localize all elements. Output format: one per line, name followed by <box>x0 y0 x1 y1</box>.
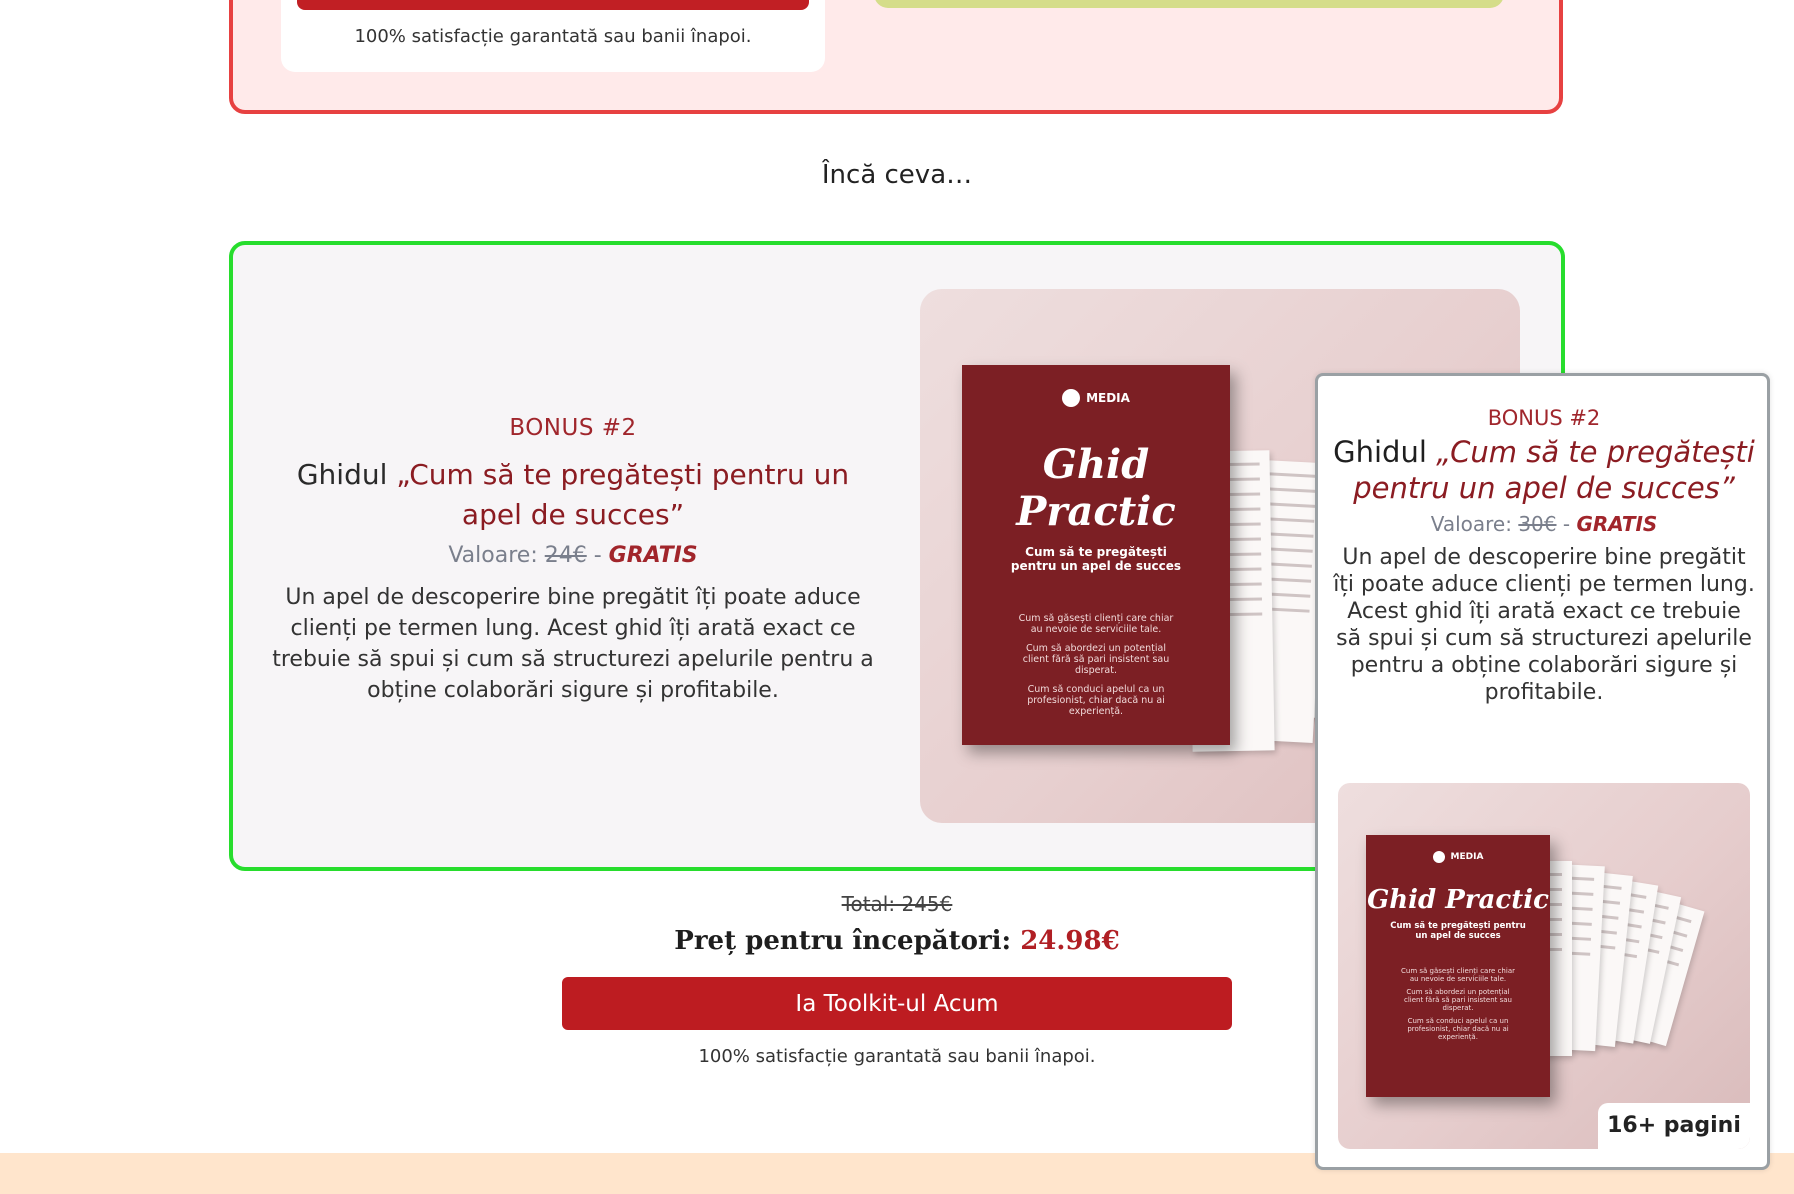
price-label: Preț pentru începători: <box>674 926 1012 956</box>
cover-point: Cum să conduci apelul ca un profesionist… <box>1027 684 1165 717</box>
decorative-bar <box>874 0 1504 8</box>
preview-value-line: Valoare: 30€ - GRATIS <box>1332 512 1756 536</box>
value-label: Valoare: <box>448 543 538 568</box>
cover-point: Cum să abordezi un potențial client fără… <box>1022 643 1170 676</box>
free-label: GRATIS <box>608 543 698 568</box>
guarantee-text-top: 100% satisfacție garantată sau banii îna… <box>354 26 752 47</box>
preview-cover-point: Cum să conduci apelul ca un profesionist… <box>1407 1017 1509 1041</box>
bonus-title-prefix: Ghidul <box>296 458 397 491</box>
preview-cover-point: Cum să găsești clienți care chiar au nev… <box>1401 967 1515 983</box>
preview-description: Un apel de descoperire bine pregătit îți… <box>1333 545 1755 705</box>
brand-logo-icon <box>1062 389 1081 407</box>
bonus-value-line: Valoare: 24€ - GRATIS <box>269 543 877 568</box>
bonus-preview-popup: BONUS #2 Ghidul „Cum să te pregătești pe… <box>1315 373 1770 1170</box>
bonus-description: Un apel de descoperire bine pregătit îți… <box>272 585 874 703</box>
price-value: 24.98€ <box>1020 926 1120 956</box>
brand-mark: MEDIA <box>962 389 1230 407</box>
preview-value-label: Valoare: <box>1430 512 1512 536</box>
guide-cover: MEDIA Ghid Practic Cum să te pregătești … <box>962 365 1230 745</box>
cover-subtitle: Cum să te pregătești pentru un apel de s… <box>1010 545 1182 573</box>
value-separator: - <box>586 543 609 568</box>
pages-count-badge: 16+ pagini <box>1598 1103 1750 1149</box>
get-toolkit-button[interactable]: Ia Toolkit-ul Acum <box>562 977 1232 1030</box>
preview-text-block: BONUS #2 Ghidul „Cum să te pregătești pe… <box>1332 406 1756 706</box>
cover-title: Ghid Practic <box>1016 441 1176 535</box>
bonus-title-emphasis: „Cum să te pregătești pentru un apel de … <box>396 458 850 531</box>
preview-old-price: 30€ <box>1518 512 1557 536</box>
preview-title-prefix: Ghidul <box>1333 435 1437 469</box>
cta-button-top-cropped[interactable] <box>297 0 809 10</box>
cover-point: Cum să găsești clienți care chiar au nev… <box>1018 613 1174 635</box>
preview-guide-cover: MEDIA Ghid Practic Cum să te pregătești … <box>1366 835 1550 1097</box>
preview-cover-subtitle: Cum să te pregătești pentru un apel de s… <box>1390 921 1526 941</box>
preview-title: Ghidul „Cum să te pregătești pentru un a… <box>1332 434 1756 506</box>
preview-brand-name: MEDIA <box>1450 852 1484 862</box>
preview-cover-point: Cum să abordezi un potențial client fără… <box>1404 988 1512 1012</box>
preview-value-separator: - <box>1556 512 1577 536</box>
preview-brand-mark: MEDIA <box>1366 851 1550 863</box>
brand-name: MEDIA <box>1086 391 1130 405</box>
preview-mockup-image: MEDIA Ghid Practic Cum să te pregătești … <box>1338 783 1750 1149</box>
preview-brand-logo-icon <box>1432 851 1445 863</box>
old-price: 24€ <box>544 543 587 568</box>
bonus-label: BONUS #2 <box>509 415 637 441</box>
preview-bonus-label: BONUS #2 <box>1487 406 1601 430</box>
bonus-title: Ghidul „Cum să te pregătești pentru un a… <box>269 455 877 535</box>
preview-cover-title: Ghid Practic <box>1367 885 1549 915</box>
offer-card-inner: 100% satisfacție garantată sau banii îna… <box>281 0 825 72</box>
bonus-text-block: BONUS #2 Ghidul „Cum să te pregătești pe… <box>269 415 877 706</box>
preview-free-label: GRATIS <box>1576 512 1658 536</box>
section-intro: Încă ceva… <box>821 160 973 190</box>
offer-card-top: 100% satisfacție garantată sau banii îna… <box>229 0 1563 114</box>
